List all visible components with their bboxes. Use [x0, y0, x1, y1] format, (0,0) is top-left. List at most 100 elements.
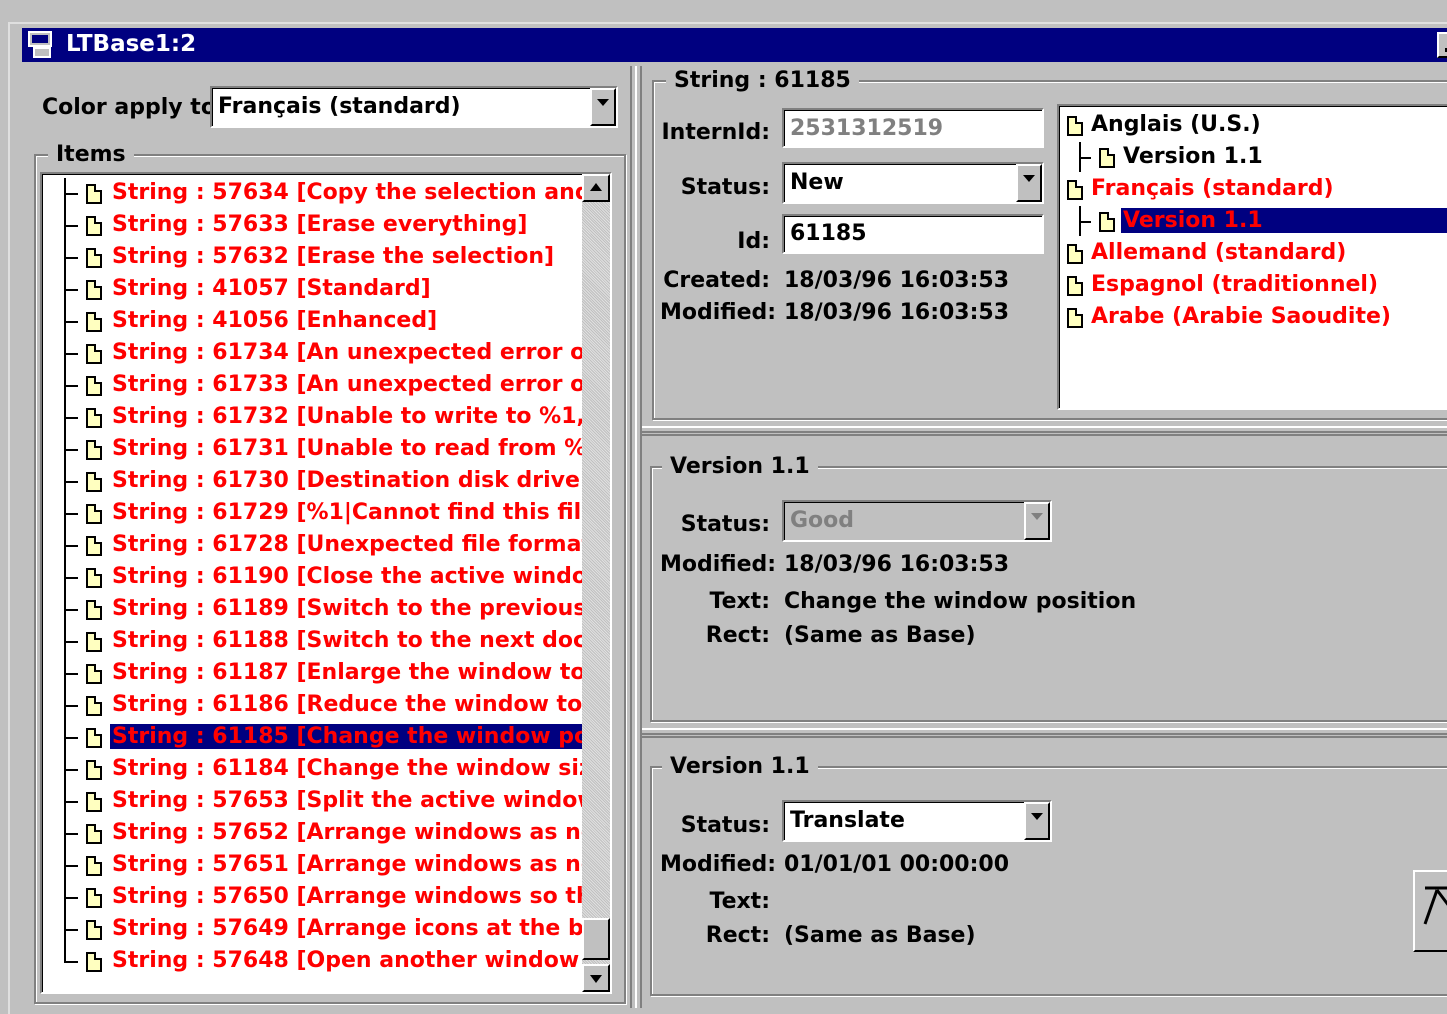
horizontal-splitter-1[interactable]	[642, 426, 1447, 436]
scroll-thumb[interactable]	[582, 918, 610, 960]
tree-branch-line	[64, 946, 66, 962]
version1-group-label: Version 1.1	[662, 454, 818, 479]
tree-item[interactable]: String : 61184 [Change the window size]	[42, 754, 582, 786]
document-icon	[86, 376, 102, 396]
tree-item[interactable]: String : 41057 [Standard]	[42, 274, 582, 306]
created-value: 18/03/96 16:03:53	[784, 268, 1010, 293]
tree-item-label: String : 61729 [%1|Cannot find this file…	[112, 500, 582, 525]
title-bar[interactable]: LTBase1:2	[22, 28, 1447, 62]
tree-item-label: String : 57648 [Open another window for	[112, 948, 582, 973]
version1-rect-value: (Same as Base)	[784, 623, 976, 648]
tree-item[interactable]: String : 57649 [Arrange icons at the bot…	[42, 914, 582, 946]
version1-status-combo: Good	[782, 500, 1052, 542]
version1-rect-label: Rect:	[705, 623, 770, 648]
tree-connector-line	[64, 449, 78, 451]
tree-connector-line	[64, 769, 78, 771]
tree-item-label: String : 57651 [Arrange windows as non-c	[112, 852, 582, 877]
vertical-splitter[interactable]	[630, 66, 642, 1008]
tree-connector-line	[64, 929, 78, 931]
tree-item[interactable]: String : 57652 [Arrange windows as non-c	[42, 818, 582, 850]
tree-item[interactable]: String : 61732 [Unable to write to %1, i…	[42, 402, 582, 434]
document-icon	[86, 856, 102, 876]
tree-connector-line	[64, 481, 78, 483]
language-tree-label: Allemand (standard)	[1091, 240, 1347, 265]
language-tree-item[interactable]: Allemand (standard)	[1059, 238, 1447, 270]
tree-connector-line	[64, 865, 78, 867]
document-icon	[86, 824, 102, 844]
language-tree-item[interactable]: Espagnol (traditionnel)	[1059, 270, 1447, 302]
language-tree-item[interactable]: Anglais (U.S.)	[1059, 110, 1447, 142]
tree-item-label: String : 57650 [Arrange windows so they	[112, 884, 582, 909]
tree-item[interactable]: String : 61186 [Reduce the window to an	[42, 690, 582, 722]
minimize-button[interactable]	[1437, 32, 1447, 58]
language-tree-label: Anglais (U.S.)	[1091, 112, 1261, 137]
document-icon	[86, 216, 102, 236]
tree-item[interactable]: String : 61733 [An unexpected error occu	[42, 370, 582, 402]
language-tree-item[interactable]: Version 1.1	[1059, 142, 1447, 174]
tree-item[interactable]: String : 61730 [Destination disk drive i…	[42, 466, 582, 498]
tree-item-label: String : 41057 [Standard]	[112, 276, 431, 301]
arrow-pointer-icon	[1423, 886, 1447, 925]
id-field[interactable]: 61185	[782, 214, 1044, 254]
tree-item[interactable]: String : 61189 [Switch to the previous d…	[42, 594, 582, 626]
tree-connector-line	[64, 737, 78, 739]
tree-item-label: String : 61732 [Unable to write to %1, i…	[112, 404, 582, 429]
tree-item-label: String : 57652 [Arrange windows as non-c	[112, 820, 582, 845]
tree-connector-line	[1079, 157, 1091, 159]
tree-item[interactable]: String : 61188 [Switch to the next docum	[42, 626, 582, 658]
document-icon	[86, 920, 102, 940]
version1-status-value: Good	[782, 500, 1052, 542]
language-tree-item[interactable]: Français (standard)	[1059, 174, 1447, 206]
document-icon	[1099, 212, 1115, 232]
tree-item-label: String : 61189 [Switch to the previous d…	[112, 596, 582, 621]
document-icon	[86, 696, 102, 716]
horizontal-splitter-2[interactable]	[642, 728, 1447, 738]
items-scrollbar[interactable]	[582, 174, 610, 992]
chevron-down-icon[interactable]	[1024, 802, 1050, 840]
tree-item[interactable]: String : 57653 [Split the active window …	[42, 786, 582, 818]
document-icon	[86, 632, 102, 652]
status-combo[interactable]: New	[782, 162, 1044, 204]
tree-item[interactable]: String : 57650 [Arrange windows so they	[42, 882, 582, 914]
tree-item[interactable]: String : 61728 [Unexpected file format.]	[42, 530, 582, 562]
pick-button[interactable]	[1413, 870, 1447, 952]
version2-status-label: Status:	[680, 813, 770, 838]
tree-item[interactable]: String : 61729 [%1|Cannot find this file…	[42, 498, 582, 530]
document-icon	[86, 792, 102, 812]
chevron-down-icon[interactable]	[590, 88, 616, 126]
document-icon	[86, 536, 102, 556]
version2-status-combo[interactable]: Translate	[782, 800, 1052, 842]
language-tree-item[interactable]: Arabe (Arabie Saoudite)	[1059, 302, 1447, 334]
tree-connector-line	[64, 673, 78, 675]
color-apply-combo[interactable]: Français (standard)	[210, 86, 618, 128]
tree-item-label: String : 41056 [Enhanced]	[112, 308, 438, 333]
status-value: New	[782, 162, 1044, 204]
tree-item[interactable]: String : 61731 [Unable to read from %1, …	[42, 434, 582, 466]
language-tree-label: Français (standard)	[1091, 176, 1334, 201]
tree-item[interactable]: String : 61185 [Change the window positi	[42, 722, 582, 754]
items-tree[interactable]: String : 57634 [Copy the selection and p…	[40, 172, 612, 994]
tree-item[interactable]: String : 61190 [Close the active window …	[42, 562, 582, 594]
tree-item[interactable]: String : 57633 [Erase everything]	[42, 210, 582, 242]
document-icon	[1067, 180, 1083, 200]
tree-item[interactable]: String : 61734 [An unexpected error occu	[42, 338, 582, 370]
tree-connector-line	[64, 705, 78, 707]
tree-connector-line	[64, 289, 78, 291]
tree-item-label: String : 57632 [Erase the selection]	[112, 244, 555, 269]
tree-item[interactable]: String : 41056 [Enhanced]	[42, 306, 582, 338]
tree-item[interactable]: String : 57648 [Open another window for	[42, 946, 582, 978]
chevron-down-icon[interactable]	[1016, 164, 1042, 202]
tree-item[interactable]: String : 57651 [Arrange windows as non-c	[42, 850, 582, 882]
tree-connector-line	[64, 513, 78, 515]
tree-item[interactable]: String : 57632 [Erase the selection]	[42, 242, 582, 274]
tree-item[interactable]: String : 61187 [Enlarge the window to fu…	[42, 658, 582, 690]
language-tree-item[interactable]: Version 1.1	[1059, 206, 1447, 238]
language-tree[interactable]: Anglais (U.S.) Version 1.1 Français (stand…	[1057, 104, 1447, 410]
chevron-down-icon	[1024, 502, 1050, 540]
tree-item-label: String : 61733 [An unexpected error occu	[112, 372, 582, 397]
tree-item[interactable]: String : 57634 [Copy the selection and p…	[42, 178, 582, 210]
tree-item-label: String : 61731 [Unable to read from %1, …	[112, 436, 582, 461]
scroll-down-arrow-icon[interactable]	[582, 964, 610, 992]
scroll-up-arrow-icon[interactable]	[582, 174, 610, 202]
document-icon	[1099, 148, 1115, 168]
